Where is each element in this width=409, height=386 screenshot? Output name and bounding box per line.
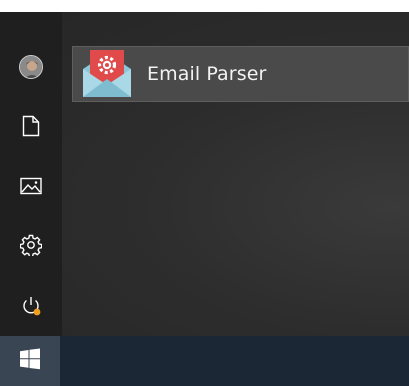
settings-button[interactable]	[0, 221, 62, 269]
email-parser-label: Email Parser	[147, 63, 267, 85]
email-parser-tile[interactable]: Email Parser	[72, 46, 409, 102]
windows-logo-icon	[19, 348, 41, 375]
gear-icon	[20, 234, 42, 256]
pictures-button[interactable]	[0, 162, 62, 210]
email-parser-icon	[79, 47, 135, 101]
picture-icon	[20, 177, 42, 195]
power-button[interactable]	[0, 282, 62, 330]
document-icon	[22, 115, 40, 137]
taskbar	[0, 336, 409, 386]
power-icon	[20, 295, 42, 317]
user-account-button[interactable]	[0, 43, 62, 91]
start-button[interactable]	[0, 336, 60, 386]
documents-button[interactable]	[0, 102, 62, 150]
avatar-icon	[19, 55, 43, 79]
power-update-badge	[33, 308, 41, 316]
start-menu: Email Parser	[0, 12, 409, 336]
start-menu-rail	[0, 12, 62, 336]
